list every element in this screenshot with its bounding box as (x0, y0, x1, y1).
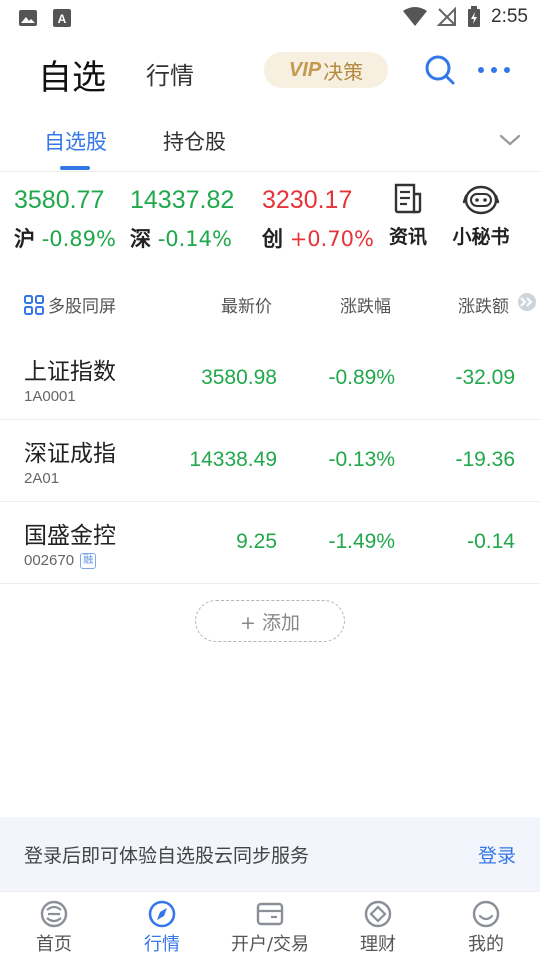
scroll-right-icon[interactable] (516, 293, 538, 311)
grid-icon (24, 294, 44, 315)
index-name: 沪 (14, 227, 35, 251)
nav-label: 行情 (144, 934, 180, 955)
stock-change-amt: -32.09 (455, 366, 515, 389)
login-banner: 登录后即可体验自选股云同步服务 登录 (0, 817, 540, 891)
table-row[interactable]: 深证成指 2A01 14338.49 -0.13% -19.36 (0, 420, 540, 502)
vip-decision-button[interactable]: VIP 决策 (264, 52, 388, 88)
stock-price: 14338.49 (189, 448, 277, 471)
login-prompt: 登录后即可体验自选股云同步服务 (24, 845, 310, 867)
stock-change-pct: -0.13% (328, 448, 395, 471)
vip-label: VIP (288, 58, 322, 81)
clock: 2:55 (491, 6, 528, 27)
stock-change-pct: -0.89% (328, 366, 395, 389)
multi-screen-button[interactable]: 多股同屏 (24, 292, 116, 317)
multi-screen-label: 多股同屏 (48, 297, 116, 317)
chevron-down-icon[interactable] (498, 130, 522, 150)
stock-price: 3580.98 (201, 366, 277, 389)
column-change-amt[interactable]: 涨跌额 (458, 292, 509, 317)
nav-home[interactable]: 首页 (0, 900, 108, 956)
column-latest-price[interactable]: 最新价 (221, 292, 272, 317)
assistant-label: 小秘书 (452, 226, 510, 248)
compass-icon (148, 900, 176, 928)
top-header: 自选 行情 VIP 决策 (0, 36, 540, 106)
wifi-icon (403, 7, 428, 26)
login-link[interactable]: 登录 (478, 841, 516, 868)
nav-label: 理财 (360, 934, 396, 955)
diamond-icon (364, 900, 392, 928)
nav-wealth[interactable]: 理财 (324, 900, 432, 956)
table-row[interactable]: 上证指数 1A0001 3580.98 -0.89% -32.09 (0, 338, 540, 420)
nav-label: 开户/交易 (230, 934, 310, 955)
active-tab-indicator (60, 166, 90, 170)
robot-icon (462, 185, 500, 215)
nav-label: 首页 (36, 934, 72, 955)
index-change: -0.89% (41, 227, 116, 251)
news-label: 资讯 (388, 226, 427, 248)
search-icon[interactable] (424, 54, 456, 86)
margin-trading-badge: 融 (80, 552, 97, 569)
stock-code-line: 2A01 (24, 470, 59, 487)
tab-holding-stocks[interactable]: 持仓股 (163, 126, 226, 156)
stock-change-pct: -1.49% (328, 530, 395, 553)
stock-code-line: 002670 融 (24, 552, 97, 569)
news-button[interactable]: 资讯 (388, 182, 428, 249)
status-bar: A 2:55 (0, 0, 540, 36)
tab-watchlist-stocks[interactable]: 自选股 (44, 126, 107, 156)
index-value: 3230.17 (262, 186, 353, 214)
smiley-icon (472, 900, 500, 928)
more-icon[interactable] (476, 62, 512, 78)
table-header: 多股同屏 最新价 涨跌幅 涨跌额 (0, 278, 540, 328)
stock-name: 上证指数 (24, 359, 116, 385)
index-strip: 3580.77 沪 -0.89% 14337.82 深 -0.14% 3230.… (0, 174, 540, 268)
no-signal-icon (437, 7, 457, 26)
add-stock-button[interactable]: + 添加 (195, 600, 345, 642)
translate-app-icon: A (53, 9, 71, 27)
gallery-icon (19, 10, 37, 26)
stock-name: 深证成指 (24, 441, 116, 467)
stock-code: 2A01 (24, 470, 60, 487)
stock-name: 国盛金控 (24, 523, 116, 549)
index-shenzhen[interactable]: 14337.82 深 -0.14% (130, 186, 234, 253)
news-icon (394, 183, 422, 214)
nav-profile[interactable]: 我的 (432, 900, 540, 956)
tab-market[interactable]: 行情 (146, 56, 194, 91)
assistant-button[interactable]: 小秘书 (450, 182, 512, 249)
stock-price: 9.25 (236, 530, 277, 553)
index-value: 3580.77 (14, 186, 105, 214)
nav-label: 我的 (468, 934, 504, 955)
nav-market[interactable]: 行情 (108, 900, 216, 956)
home-logo-icon (40, 900, 68, 928)
index-change: +0.70% (289, 227, 374, 251)
tab-watchlist[interactable]: 自选 (38, 50, 106, 99)
index-name: 深 (130, 227, 151, 251)
svg-text:A: A (58, 12, 67, 26)
index-chinext[interactable]: 3230.17 创 +0.70% (262, 186, 374, 253)
sub-tabs: 自选股 持仓股 (0, 108, 540, 172)
index-change: -0.14% (157, 227, 232, 251)
stock-change-amt: -0.14 (467, 530, 515, 553)
index-shanghai[interactable]: 3580.77 沪 -0.89% (14, 186, 116, 253)
nav-account-trade[interactable]: 开户/交易 (216, 900, 324, 956)
vip-sub-label: 决策 (323, 59, 364, 84)
stock-code-line: 1A0001 (24, 388, 76, 405)
stock-code: 1A0001 (24, 388, 76, 405)
index-value: 14337.82 (130, 186, 235, 214)
card-icon (256, 902, 284, 926)
index-name: 创 (262, 227, 283, 251)
stock-code: 002670 (24, 552, 75, 569)
table-row[interactable]: 国盛金控 002670 融 9.25 -1.49% -0.14 (0, 502, 540, 584)
stock-change-amt: -19.36 (455, 448, 515, 471)
battery-charging-icon (468, 6, 481, 27)
column-change-pct[interactable]: 涨跌幅 (340, 292, 391, 317)
bottom-nav: 首页 行情 开户/交易 理财 我的 (0, 891, 540, 960)
